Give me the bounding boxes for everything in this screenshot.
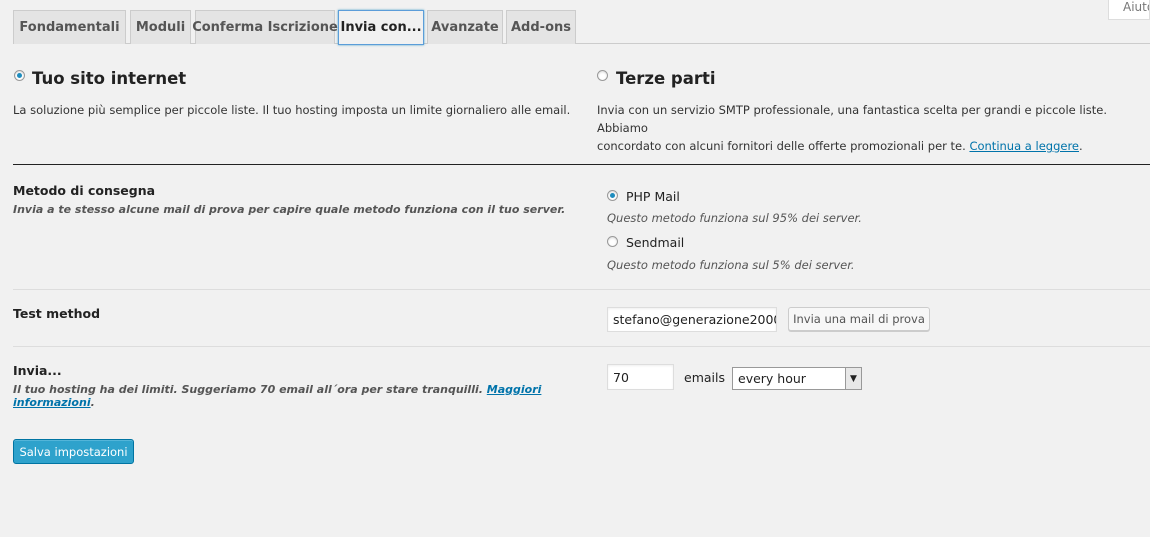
third-party-description-line1: Invia con un servizio SMTP professionale…: [597, 103, 1108, 135]
frequency-value: every hour: [738, 371, 806, 386]
frequency-select[interactable]: every hour ▼: [732, 367, 862, 390]
settings-tabs: Fondamentali Moduli Conferma Iscrizione …: [13, 10, 1150, 45]
sendmail-hint: Questo metodo funziona sul 5% dei server…: [607, 258, 855, 272]
third-party-description: Invia con un servizio SMTP professionale…: [597, 101, 1150, 155]
save-settings-button[interactable]: Salva impostazioni: [13, 439, 134, 464]
php-mail-hint: Questo metodo funziona sul 95% dei serve…: [607, 211, 862, 225]
send-rate-description-text: Il tuo hosting ha dei limiti. Suggeriamo…: [13, 383, 483, 396]
send-rate-label: Invia...: [13, 363, 62, 378]
email-count-input[interactable]: 70: [607, 364, 674, 390]
delivery-method-label: Metodo di consegna: [13, 183, 156, 198]
sendmail-label[interactable]: Sendmail: [626, 235, 684, 250]
php-mail-radio[interactable]: [607, 190, 618, 201]
tab-fondamentali[interactable]: Fondamentali: [13, 10, 126, 44]
test-method-label: Test method: [13, 306, 101, 321]
own-site-title: Tuo sito internet: [32, 69, 187, 88]
own-site-description: La soluzione più semplice per piccole li…: [13, 103, 571, 117]
tab-invia-con[interactable]: Invia con...: [338, 10, 424, 45]
own-site-radio[interactable]: [14, 70, 25, 81]
continue-reading-link[interactable]: Continua a leggere: [969, 139, 1079, 153]
third-party-suffix: .: [1079, 139, 1083, 153]
delivery-method-description: Invia a te stesso alcune mail di prova p…: [13, 203, 566, 216]
tab-add-ons[interactable]: Add-ons: [506, 10, 576, 44]
section-divider: [13, 164, 1150, 165]
send-test-mail-button[interactable]: Invia una mail di prova: [788, 307, 930, 331]
third-party-radio[interactable]: [597, 70, 608, 81]
php-mail-label[interactable]: PHP Mail: [626, 189, 680, 204]
tab-moduli[interactable]: Moduli: [130, 10, 191, 44]
tab-conferma-iscrizione[interactable]: Conferma Iscrizione: [192, 10, 338, 44]
send-rate-suffix: .: [90, 396, 95, 409]
sendmail-radio[interactable]: [607, 236, 618, 247]
divider: [13, 346, 1150, 347]
divider: [13, 289, 1150, 290]
chevron-down-icon[interactable]: ▼: [845, 368, 861, 389]
tab-avanzate[interactable]: Avanzate: [427, 10, 503, 44]
third-party-description-line2: concordato con alcuni fornitori delle of…: [597, 139, 966, 153]
third-party-title: Terze parti: [616, 69, 716, 88]
test-email-input[interactable]: stefano@generazione2000.: [607, 307, 777, 332]
emails-unit-label: emails: [684, 370, 725, 385]
send-rate-description: Il tuo hosting ha dei limiti. Suggeriamo…: [13, 383, 593, 409]
